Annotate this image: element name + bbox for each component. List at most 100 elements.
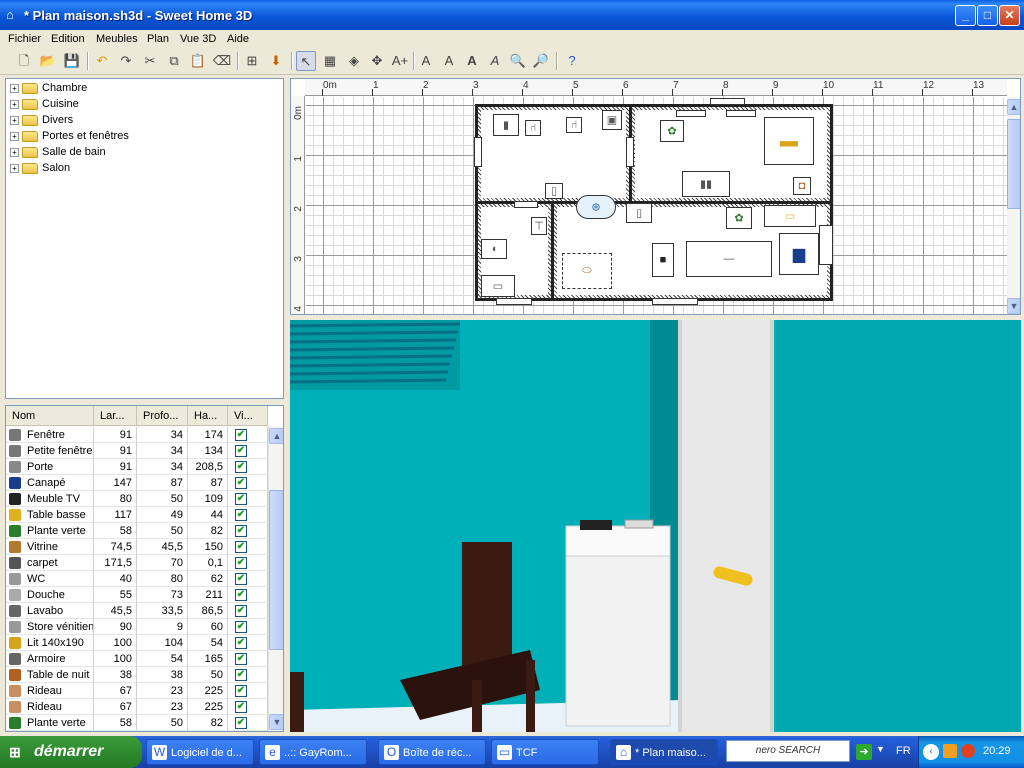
- menu-plan[interactable]: Plan: [147, 31, 169, 47]
- taskbar-item-active[interactable]: ⌂ * Plan maiso...: [610, 739, 718, 765]
- visible-checkbox[interactable]: ✔: [235, 461, 247, 473]
- expand-icon[interactable]: +: [10, 163, 19, 173]
- scroll-thumb[interactable]: [269, 490, 283, 650]
- visible-checkbox[interactable]: ✔: [235, 429, 247, 441]
- 3d-view[interactable]: [290, 320, 1021, 732]
- table-row[interactable]: Douche 55 73 211 ✔: [6, 587, 268, 603]
- visible-checkbox[interactable]: ✔: [235, 493, 247, 505]
- visible-checkbox[interactable]: ✔: [235, 669, 247, 681]
- plan-furniture-item[interactable]: ✿: [660, 120, 684, 142]
- visible-checkbox[interactable]: ✔: [235, 605, 247, 617]
- table-row[interactable]: Rideau 67 23 225 ✔: [6, 683, 268, 699]
- scroll-thumb[interactable]: [1007, 119, 1020, 209]
- visible-checkbox[interactable]: ✔: [235, 525, 247, 537]
- plan-furniture-item[interactable]: ▬: [764, 117, 814, 165]
- catalog-category[interactable]: + Divers: [10, 112, 73, 128]
- plan-furniture-item[interactable]: ▣: [602, 110, 622, 130]
- dropdown-icon[interactable]: ▼: [876, 744, 885, 754]
- minimize-button[interactable]: _: [955, 5, 976, 26]
- taskbar-item[interactable]: O Boîte de réc...: [378, 739, 486, 765]
- plan-furniture-item[interactable]: ▭: [481, 275, 515, 297]
- bold-text-icon[interactable]: A: [462, 51, 482, 71]
- table-row[interactable]: Table basse 117 49 44 ✔: [6, 507, 268, 523]
- plan-door[interactable]: [652, 298, 698, 305]
- table-row[interactable]: Canapé 147 87 87 ✔: [6, 475, 268, 491]
- column-depth[interactable]: Profo...: [137, 406, 188, 426]
- select-mode-icon[interactable]: ↖: [296, 51, 316, 71]
- tray-app-icon[interactable]: [961, 744, 975, 758]
- scroll-down-icon[interactable]: ▼: [269, 714, 283, 730]
- nero-search-box[interactable]: nero SEARCH: [726, 740, 850, 762]
- scroll-up-icon[interactable]: ▲: [1007, 99, 1020, 115]
- visible-checkbox[interactable]: ✔: [235, 685, 247, 697]
- undo-icon[interactable]: ↶: [92, 51, 112, 71]
- taskbar-item[interactable]: e..:: GayRom...: [259, 739, 367, 765]
- visible-checkbox[interactable]: ✔: [235, 477, 247, 489]
- create-rooms-icon[interactable]: ◈: [344, 51, 364, 71]
- go-arrow-icon[interactable]: ➜: [856, 744, 872, 760]
- table-row[interactable]: Fenêtre 91 34 174 ✔: [6, 427, 268, 443]
- help-icon[interactable]: ?: [562, 51, 582, 71]
- add-furniture-icon[interactable]: ⊞: [242, 51, 262, 71]
- visible-checkbox[interactable]: ✔: [235, 445, 247, 457]
- visible-checkbox[interactable]: ✔: [235, 541, 247, 553]
- column-name[interactable]: Nom: [6, 406, 94, 426]
- catalog-category[interactable]: + Chambre: [10, 80, 87, 96]
- close-button[interactable]: ✕: [999, 5, 1020, 26]
- visible-checkbox[interactable]: ✔: [235, 717, 247, 729]
- scroll-up-icon[interactable]: ▲: [269, 428, 283, 444]
- plan-furniture-item[interactable]: ▭: [764, 205, 816, 227]
- visible-checkbox[interactable]: ✔: [235, 701, 247, 713]
- plan-window[interactable]: [819, 225, 833, 265]
- text-style-icon[interactable]: A: [439, 51, 459, 71]
- import-furniture-icon[interactable]: ⬇: [266, 51, 286, 71]
- visible-checkbox[interactable]: ✔: [235, 557, 247, 569]
- expand-icon[interactable]: +: [10, 83, 19, 93]
- menu-edition[interactable]: Edition: [51, 31, 85, 47]
- delete-icon[interactable]: ⌫: [212, 51, 232, 71]
- plan-furniture-item[interactable]: ◘: [793, 177, 811, 195]
- table-row[interactable]: Plante verte 58 50 82 ✔: [6, 523, 268, 539]
- plan-furniture-item[interactable]: ⑁: [525, 120, 541, 136]
- column-visible[interactable]: Vi...: [228, 406, 268, 426]
- plan-curtain[interactable]: [676, 110, 706, 117]
- taskbar-item[interactable]: ▭ TCF: [491, 739, 599, 765]
- plan-window[interactable]: [626, 137, 634, 167]
- menu-vue3d[interactable]: Vue 3D: [180, 31, 216, 47]
- plan-furniture-item[interactable]: ▯: [626, 203, 652, 223]
- table-row[interactable]: Petite fenêtre 91 34 134 ✔: [6, 443, 268, 459]
- plan-door-dimension[interactable]: ⊛: [576, 195, 616, 219]
- expand-icon[interactable]: +: [10, 131, 19, 141]
- expand-icon[interactable]: +: [10, 147, 19, 157]
- plan-door[interactable]: [496, 298, 532, 305]
- menu-fichier[interactable]: Fichier: [8, 31, 41, 47]
- plan-view[interactable]: 0m 1 2 3 4 5 6 7 8 9 10 11 12 13 0m 1 2 3 4 ▮ ⑁ ⑁ ▣ ▯ ✿ ▬…: [290, 78, 1021, 315]
- plan-furniture-item[interactable]: ▯: [545, 183, 563, 199]
- plan-furniture-item[interactable]: ⊤: [531, 217, 547, 235]
- save-file-icon[interactable]: 💾: [62, 51, 82, 71]
- open-file-icon[interactable]: 📂: [38, 51, 58, 71]
- 3d-scene[interactable]: [290, 320, 1021, 732]
- table-row[interactable]: Store vénitien 90 9 60 ✔: [6, 619, 268, 635]
- taskbar-item[interactable]: W Logiciel de d...: [146, 739, 254, 765]
- zoom-in-icon[interactable]: 🔍: [508, 51, 528, 71]
- maximize-button[interactable]: □: [977, 5, 998, 26]
- plan-furniture-item[interactable]: ▆: [779, 233, 819, 275]
- table-row[interactable]: Plante verte 58 50 82 ✔: [6, 715, 268, 731]
- expand-icon[interactable]: +: [10, 115, 19, 125]
- italic-text-icon[interactable]: A: [485, 51, 505, 71]
- create-walls-icon[interactable]: ▦: [320, 51, 340, 71]
- paste-icon[interactable]: 📋: [188, 51, 208, 71]
- visible-checkbox[interactable]: ✔: [235, 653, 247, 665]
- plan-furniture-item[interactable]: ⬭: [562, 253, 612, 289]
- plan-furniture-item[interactable]: ■: [652, 243, 674, 277]
- redo-icon[interactable]: ↷: [116, 51, 136, 71]
- table-row[interactable]: Rideau 67 23 225 ✔: [6, 699, 268, 715]
- table-row[interactable]: Vitrine 74,5 45,5 150 ✔: [6, 539, 268, 555]
- plan-door[interactable]: [514, 201, 538, 208]
- table-row[interactable]: Lit 140x190 100 104 54 ✔: [6, 635, 268, 651]
- catalog-category[interactable]: + Portes et fenêtres: [10, 128, 129, 144]
- add-text-icon[interactable]: A+: [390, 51, 410, 71]
- plan-furniture-item[interactable]: ◖: [481, 239, 507, 259]
- tray-app-icon[interactable]: [943, 744, 957, 758]
